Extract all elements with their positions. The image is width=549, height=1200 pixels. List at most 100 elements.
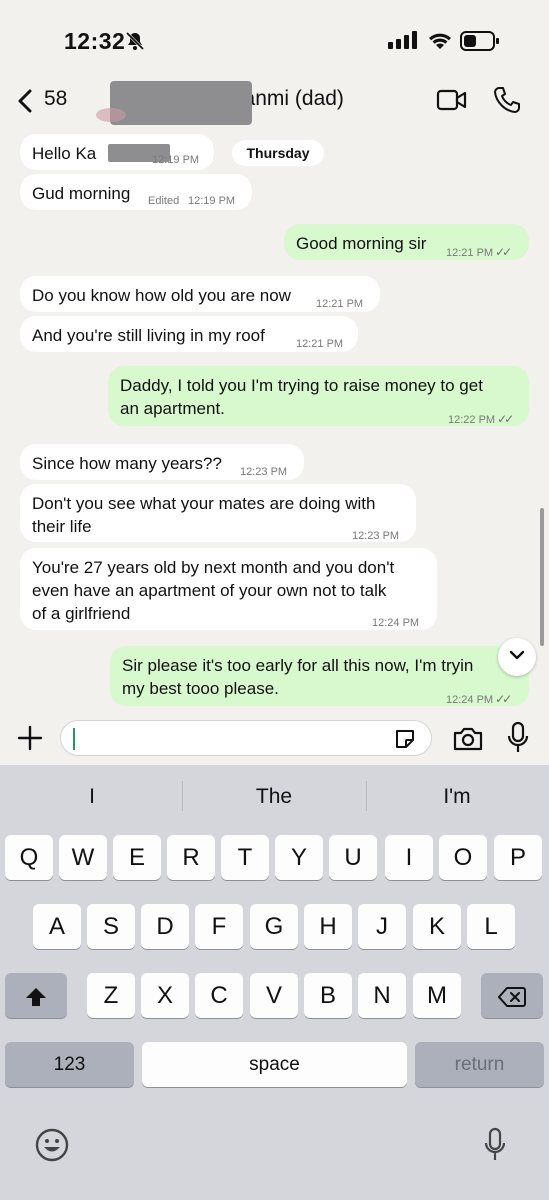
key[interactable]: I	[385, 835, 433, 880]
key[interactable]: A	[33, 904, 81, 949]
key[interactable]: F	[195, 904, 243, 949]
message-text-line: You're 27 years old by next month and yo…	[32, 558, 395, 577]
divider	[182, 781, 183, 811]
message-text-line: of a girlfriend	[32, 604, 131, 623]
back-chevron-icon[interactable]	[14, 86, 38, 116]
message-text: Since how many years??	[32, 454, 222, 473]
dictation-microphone-icon[interactable]	[484, 1127, 506, 1168]
sticker-icon[interactable]	[393, 727, 417, 756]
backspace-key[interactable]	[481, 973, 543, 1018]
key[interactable]: O	[439, 835, 487, 880]
key[interactable]: E	[113, 835, 161, 880]
message-text: Good morning sir	[296, 234, 427, 253]
redaction-block	[110, 81, 252, 125]
message-bubble-incoming[interactable]: Do you know how old you are now 12:21 PM	[20, 276, 380, 312]
status-time: 12:32	[64, 28, 126, 54]
status-bar: 12:32	[0, 0, 549, 78]
message-bubble-incoming[interactable]: Hello Ka 12:19 PM	[20, 134, 214, 170]
contact-name[interactable]: 58 nkanmi (dad)	[44, 81, 344, 125]
message-text: And you're still living in my roof	[32, 326, 265, 345]
key[interactable]: T	[221, 835, 269, 880]
message-input[interactable]	[60, 720, 432, 756]
key[interactable]: C	[195, 973, 243, 1018]
key[interactable]: N	[358, 973, 406, 1018]
scroll-to-bottom-button[interactable]	[498, 638, 536, 676]
message-time: 12:22 PM	[448, 414, 496, 426]
message-time-status: 12:24 PM ✓✓	[446, 688, 512, 712]
key[interactable]: L	[467, 904, 515, 949]
key[interactable]: H	[304, 904, 352, 949]
key[interactable]: D	[141, 904, 189, 949]
divider	[366, 781, 367, 811]
read-receipt-icon: ✓✓	[495, 245, 512, 259]
key[interactable]: J	[358, 904, 406, 949]
signal-icon	[388, 31, 418, 54]
message-bubble-incoming[interactable]: You're 27 years old by next month and yo…	[20, 548, 437, 630]
key[interactable]: P	[494, 835, 542, 880]
wifi-icon	[427, 30, 453, 55]
message-text-line: even have an apartment of your own not t…	[32, 581, 387, 600]
message-text-line: their life	[32, 517, 92, 536]
message-bubble-incoming[interactable]: Don't you see what your mates are doing …	[20, 484, 416, 542]
message-text-line: Don't you see what your mates are doing …	[32, 494, 376, 513]
message-edited-label: Edited	[148, 195, 180, 207]
date-separator: Thursday	[232, 140, 324, 166]
scrollbar[interactable]	[540, 508, 544, 646]
key[interactable]: Q	[5, 835, 53, 880]
chevron-down-icon	[509, 648, 525, 666]
key[interactable]: U	[329, 835, 377, 880]
camera-icon[interactable]	[452, 726, 484, 757]
space-key[interactable]: space	[142, 1042, 407, 1087]
bell-slash-icon	[124, 30, 146, 57]
key[interactable]: V	[250, 973, 298, 1018]
message-bubble-outgoing[interactable]: Good morning sir 12:21 PM ✓✓	[284, 224, 529, 260]
suggestion[interactable]: I'm	[397, 785, 517, 809]
message-time-status: 12:21 PM ✓✓	[446, 241, 512, 265]
message-bubble-incoming[interactable]: And you're still living in my roof 12:21…	[20, 316, 358, 352]
keyboard: I The I'm Q W E R T Y U I O P A S D F G …	[0, 765, 549, 1200]
microphone-icon[interactable]	[506, 721, 530, 760]
text-caret	[73, 728, 75, 750]
message-bubble-incoming[interactable]: Gud morning Edited 12:19 PM	[20, 174, 252, 210]
key[interactable]: B	[304, 973, 352, 1018]
message-time-status: 12:22 PM ✓✓	[448, 408, 514, 432]
message-text: Gud morning	[32, 184, 131, 203]
key[interactable]: S	[87, 904, 135, 949]
suggestion[interactable]: I	[32, 785, 152, 809]
message-text: Hello Ka	[32, 144, 97, 163]
message-text-line: Sir please it's too early for all this n…	[122, 656, 474, 675]
key[interactable]: Y	[275, 835, 323, 880]
message-time: 12:23 PM	[352, 530, 400, 542]
backspace-icon	[498, 982, 526, 1009]
compose-bar	[0, 716, 549, 764]
plus-icon[interactable]	[16, 724, 44, 757]
key[interactable]: G	[250, 904, 298, 949]
message-time: 12:21 PM	[296, 338, 344, 350]
predictive-bar: I The I'm	[0, 765, 549, 827]
read-receipt-icon: ✓✓	[497, 412, 514, 426]
key[interactable]: K	[413, 904, 461, 949]
numbers-key[interactable]: 123	[5, 1042, 134, 1087]
key[interactable]: X	[141, 973, 189, 1018]
avatar[interactable]	[96, 108, 126, 122]
key[interactable]: R	[167, 835, 215, 880]
key[interactable]: Z	[87, 973, 135, 1018]
shift-key[interactable]	[5, 973, 67, 1018]
emoji-icon[interactable]	[34, 1127, 70, 1168]
key[interactable]: W	[59, 835, 107, 880]
key[interactable]: M	[413, 973, 461, 1018]
message-list[interactable]: Hello Ka 12:19 PM Thursday Gud morning E…	[0, 126, 549, 716]
read-receipt-icon: ✓✓	[495, 692, 512, 706]
message-time: 12:23 PM	[240, 466, 288, 478]
contact-name-prefix: 58	[44, 87, 68, 110]
message-bubble-outgoing[interactable]: Sir please it's too early for all this n…	[110, 646, 529, 706]
phone-call-icon[interactable]	[492, 85, 522, 120]
return-key[interactable]: return	[415, 1042, 544, 1087]
message-bubble-outgoing[interactable]: Daddy, I told you I'm trying to raise mo…	[108, 366, 529, 426]
message-time: 12:21 PM	[446, 247, 494, 259]
message-time: 12:24 PM	[446, 694, 494, 706]
message-time: 12:24 PM	[372, 617, 420, 629]
video-call-icon[interactable]	[436, 88, 468, 117]
suggestion[interactable]: The	[214, 785, 334, 809]
message-bubble-incoming[interactable]: Since how many years?? 12:23 PM	[20, 444, 304, 480]
